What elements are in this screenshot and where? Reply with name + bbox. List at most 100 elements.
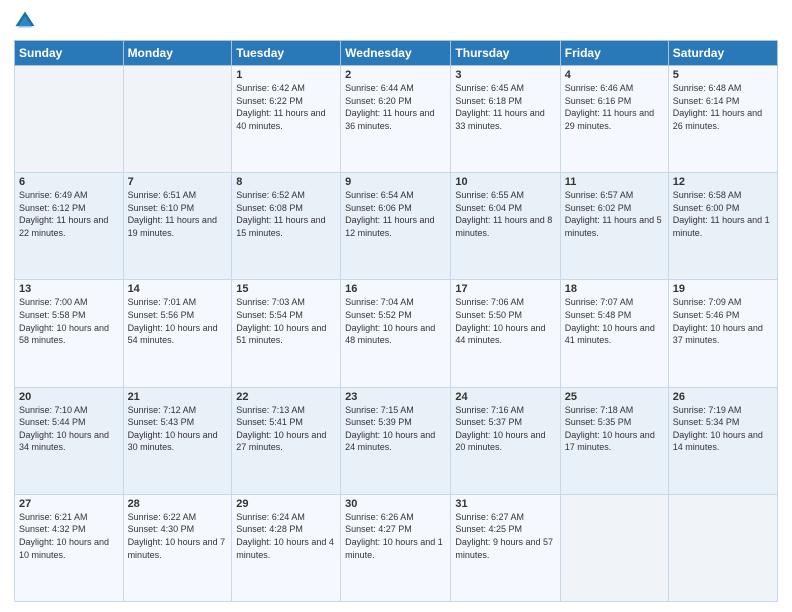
- day-number: 20: [19, 391, 119, 403]
- day-info: Sunrise: 6:46 AMSunset: 6:16 PMDaylight:…: [565, 82, 664, 132]
- day-info: Sunrise: 6:26 AMSunset: 4:27 PMDaylight:…: [345, 511, 446, 561]
- day-info: Sunrise: 7:04 AMSunset: 5:52 PMDaylight:…: [345, 296, 446, 346]
- day-number: 18: [565, 283, 664, 295]
- day-info: Sunrise: 7:03 AMSunset: 5:54 PMDaylight:…: [236, 296, 336, 346]
- calendar-cell: 1Sunrise: 6:42 AMSunset: 6:22 PMDaylight…: [232, 66, 341, 173]
- day-info: Sunrise: 7:07 AMSunset: 5:48 PMDaylight:…: [565, 296, 664, 346]
- day-number: 7: [128, 176, 228, 188]
- day-info: Sunrise: 7:01 AMSunset: 5:56 PMDaylight:…: [128, 296, 228, 346]
- day-number: 14: [128, 283, 228, 295]
- day-number: 12: [673, 176, 773, 188]
- day-of-week-header: Wednesday: [341, 41, 451, 66]
- day-info: Sunrise: 6:21 AMSunset: 4:32 PMDaylight:…: [19, 511, 119, 561]
- calendar-cell: 5Sunrise: 6:48 AMSunset: 6:14 PMDaylight…: [668, 66, 777, 173]
- day-number: 10: [455, 176, 555, 188]
- day-number: 4: [565, 69, 664, 81]
- calendar-week-row: 27Sunrise: 6:21 AMSunset: 4:32 PMDayligh…: [15, 494, 778, 601]
- calendar-cell: 23Sunrise: 7:15 AMSunset: 5:39 PMDayligh…: [341, 387, 451, 494]
- calendar-cell: [123, 66, 232, 173]
- day-number: 3: [455, 69, 555, 81]
- day-info: Sunrise: 7:16 AMSunset: 5:37 PMDaylight:…: [455, 404, 555, 454]
- day-info: Sunrise: 7:12 AMSunset: 5:43 PMDaylight:…: [128, 404, 228, 454]
- day-of-week-header: Saturday: [668, 41, 777, 66]
- calendar-cell: 14Sunrise: 7:01 AMSunset: 5:56 PMDayligh…: [123, 280, 232, 387]
- calendar-week-row: 20Sunrise: 7:10 AMSunset: 5:44 PMDayligh…: [15, 387, 778, 494]
- calendar-cell: 8Sunrise: 6:52 AMSunset: 6:08 PMDaylight…: [232, 173, 341, 280]
- calendar-cell: 7Sunrise: 6:51 AMSunset: 6:10 PMDaylight…: [123, 173, 232, 280]
- calendar-cell: 10Sunrise: 6:55 AMSunset: 6:04 PMDayligh…: [451, 173, 560, 280]
- day-number: 13: [19, 283, 119, 295]
- day-number: 30: [345, 498, 446, 510]
- days-of-week-row: SundayMondayTuesdayWednesdayThursdayFrid…: [15, 41, 778, 66]
- calendar-cell: 19Sunrise: 7:09 AMSunset: 5:46 PMDayligh…: [668, 280, 777, 387]
- calendar-cell: 24Sunrise: 7:16 AMSunset: 5:37 PMDayligh…: [451, 387, 560, 494]
- day-of-week-header: Thursday: [451, 41, 560, 66]
- day-number: 24: [455, 391, 555, 403]
- calendar-cell: 12Sunrise: 6:58 AMSunset: 6:00 PMDayligh…: [668, 173, 777, 280]
- day-info: Sunrise: 6:52 AMSunset: 6:08 PMDaylight:…: [236, 189, 336, 239]
- day-number: 16: [345, 283, 446, 295]
- day-number: 26: [673, 391, 773, 403]
- calendar-cell: 28Sunrise: 6:22 AMSunset: 4:30 PMDayligh…: [123, 494, 232, 601]
- calendar-cell: 17Sunrise: 7:06 AMSunset: 5:50 PMDayligh…: [451, 280, 560, 387]
- calendar-cell: 11Sunrise: 6:57 AMSunset: 6:02 PMDayligh…: [560, 173, 668, 280]
- day-number: 11: [565, 176, 664, 188]
- day-info: Sunrise: 6:49 AMSunset: 6:12 PMDaylight:…: [19, 189, 119, 239]
- day-info: Sunrise: 6:22 AMSunset: 4:30 PMDaylight:…: [128, 511, 228, 561]
- day-of-week-header: Monday: [123, 41, 232, 66]
- calendar-cell: 3Sunrise: 6:45 AMSunset: 6:18 PMDaylight…: [451, 66, 560, 173]
- day-info: Sunrise: 6:55 AMSunset: 6:04 PMDaylight:…: [455, 189, 555, 239]
- day-info: Sunrise: 6:58 AMSunset: 6:00 PMDaylight:…: [673, 189, 773, 239]
- day-info: Sunrise: 6:45 AMSunset: 6:18 PMDaylight:…: [455, 82, 555, 132]
- calendar-cell: [668, 494, 777, 601]
- day-number: 22: [236, 391, 336, 403]
- day-info: Sunrise: 7:13 AMSunset: 5:41 PMDaylight:…: [236, 404, 336, 454]
- day-info: Sunrise: 6:51 AMSunset: 6:10 PMDaylight:…: [128, 189, 228, 239]
- day-number: 19: [673, 283, 773, 295]
- day-of-week-header: Friday: [560, 41, 668, 66]
- calendar-cell: 27Sunrise: 6:21 AMSunset: 4:32 PMDayligh…: [15, 494, 124, 601]
- calendar-cell: 9Sunrise: 6:54 AMSunset: 6:06 PMDaylight…: [341, 173, 451, 280]
- day-info: Sunrise: 6:44 AMSunset: 6:20 PMDaylight:…: [345, 82, 446, 132]
- day-info: Sunrise: 6:54 AMSunset: 6:06 PMDaylight:…: [345, 189, 446, 239]
- day-number: 31: [455, 498, 555, 510]
- calendar-cell: 21Sunrise: 7:12 AMSunset: 5:43 PMDayligh…: [123, 387, 232, 494]
- calendar-cell: 31Sunrise: 6:27 AMSunset: 4:25 PMDayligh…: [451, 494, 560, 601]
- logo: [14, 10, 40, 32]
- day-info: Sunrise: 6:57 AMSunset: 6:02 PMDaylight:…: [565, 189, 664, 239]
- calendar-cell: 20Sunrise: 7:10 AMSunset: 5:44 PMDayligh…: [15, 387, 124, 494]
- calendar-page: SundayMondayTuesdayWednesdayThursdayFrid…: [0, 0, 792, 612]
- day-number: 28: [128, 498, 228, 510]
- day-info: Sunrise: 6:27 AMSunset: 4:25 PMDaylight:…: [455, 511, 555, 561]
- day-number: 17: [455, 283, 555, 295]
- calendar-cell: 13Sunrise: 7:00 AMSunset: 5:58 PMDayligh…: [15, 280, 124, 387]
- day-number: 15: [236, 283, 336, 295]
- day-number: 1: [236, 69, 336, 81]
- calendar-header: SundayMondayTuesdayWednesdayThursdayFrid…: [15, 41, 778, 66]
- calendar-cell: 4Sunrise: 6:46 AMSunset: 6:16 PMDaylight…: [560, 66, 668, 173]
- day-number: 9: [345, 176, 446, 188]
- day-of-week-header: Sunday: [15, 41, 124, 66]
- day-info: Sunrise: 6:42 AMSunset: 6:22 PMDaylight:…: [236, 82, 336, 132]
- day-number: 23: [345, 391, 446, 403]
- day-number: 21: [128, 391, 228, 403]
- calendar-table: SundayMondayTuesdayWednesdayThursdayFrid…: [14, 40, 778, 602]
- calendar-week-row: 13Sunrise: 7:00 AMSunset: 5:58 PMDayligh…: [15, 280, 778, 387]
- calendar-week-row: 6Sunrise: 6:49 AMSunset: 6:12 PMDaylight…: [15, 173, 778, 280]
- day-info: Sunrise: 7:09 AMSunset: 5:46 PMDaylight:…: [673, 296, 773, 346]
- day-number: 8: [236, 176, 336, 188]
- day-info: Sunrise: 7:10 AMSunset: 5:44 PMDaylight:…: [19, 404, 119, 454]
- calendar-cell: 2Sunrise: 6:44 AMSunset: 6:20 PMDaylight…: [341, 66, 451, 173]
- calendar-cell: 22Sunrise: 7:13 AMSunset: 5:41 PMDayligh…: [232, 387, 341, 494]
- day-number: 27: [19, 498, 119, 510]
- day-number: 25: [565, 391, 664, 403]
- day-info: Sunrise: 6:24 AMSunset: 4:28 PMDaylight:…: [236, 511, 336, 561]
- calendar-cell: 15Sunrise: 7:03 AMSunset: 5:54 PMDayligh…: [232, 280, 341, 387]
- calendar-cell: 29Sunrise: 6:24 AMSunset: 4:28 PMDayligh…: [232, 494, 341, 601]
- calendar-cell: [560, 494, 668, 601]
- calendar-cell: 6Sunrise: 6:49 AMSunset: 6:12 PMDaylight…: [15, 173, 124, 280]
- calendar-cell: 30Sunrise: 6:26 AMSunset: 4:27 PMDayligh…: [341, 494, 451, 601]
- calendar-cell: 26Sunrise: 7:19 AMSunset: 5:34 PMDayligh…: [668, 387, 777, 494]
- header: [14, 10, 778, 32]
- day-number: 29: [236, 498, 336, 510]
